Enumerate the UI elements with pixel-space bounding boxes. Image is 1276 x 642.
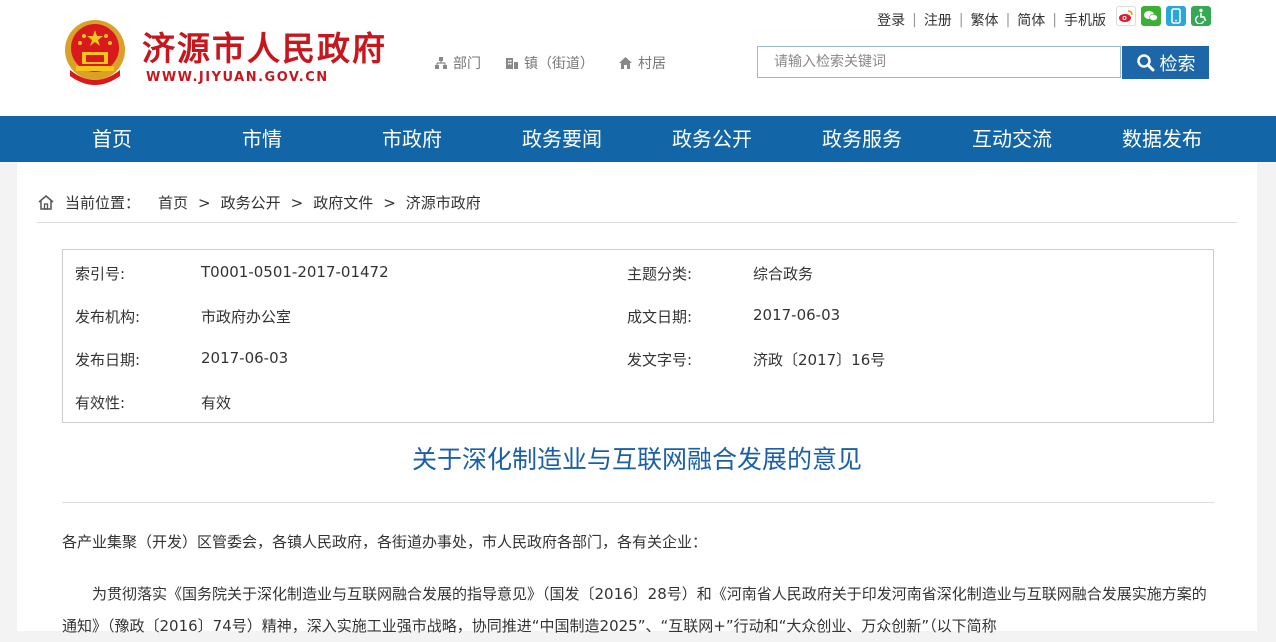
nav-data-release[interactable]: 数据发布 — [1087, 116, 1237, 162]
accessibility-icon[interactable] — [1191, 6, 1211, 26]
main-navigation: 首页 市情 市政府 政务要闻 政务公开 政务服务 互动交流 数据发布 — [0, 116, 1276, 162]
topic-value: 综合政务 — [753, 265, 814, 283]
validity-value: 有效 — [201, 394, 232, 412]
topic-label: 主题分类: — [627, 265, 693, 283]
breadcrumb: 当前位置： 首页 > 政务公开 > 政府文件 > 济源市政府 — [37, 192, 481, 213]
nav-government-affairs-disclosure[interactable]: 政务公开 — [637, 116, 787, 162]
breadcrumb-separator: > — [290, 193, 304, 212]
document-number-value: 济政〔2017〕16号 — [753, 351, 886, 369]
register-link[interactable]: 注册 — [924, 10, 952, 30]
breadcrumb-separator: > — [383, 193, 396, 212]
content-panel: 当前位置： 首页 > 政务公开 > 政府文件 > 济源市政府 索引号: T000… — [17, 162, 1257, 635]
nav-home[interactable]: 首页 — [37, 116, 187, 162]
breadcrumb-separator: > — [198, 193, 211, 212]
site-name[interactable]: 济源市人民政府 — [142, 22, 387, 70]
search-input[interactable] — [758, 47, 1120, 77]
search-button[interactable]: 检索 — [1122, 46, 1209, 79]
search-box — [757, 46, 1121, 78]
nav-city-info[interactable]: 市情 — [187, 116, 337, 162]
top-links: 登录 | 注册 | 繁体 | 简体 | 手机版 — [877, 10, 1106, 30]
national-emblem-logo[interactable] — [62, 18, 128, 88]
breadcrumb-label: 当前位置： — [65, 194, 141, 212]
weibo-icon[interactable] — [1116, 6, 1136, 26]
traditional-chinese-link[interactable]: 繁体 — [971, 10, 999, 30]
search-button-label: 检索 — [1159, 53, 1196, 75]
publisher-value: 市政府办公室 — [201, 308, 292, 326]
publish-date-label: 发布日期: — [75, 351, 141, 369]
written-date-value: 2017-06-03 — [753, 306, 841, 324]
home-icon — [619, 57, 632, 69]
nav-interaction[interactable]: 互动交流 — [937, 116, 1087, 162]
nav-government-news[interactable]: 政务要闻 — [487, 116, 637, 162]
divider — [37, 222, 1237, 223]
breadcrumb-jiyuan-government[interactable]: 济源市政府 — [406, 192, 481, 213]
index-number-value: T0001-0501-2017-01472 — [201, 263, 389, 281]
breadcrumb-home[interactable]: 首页 — [158, 192, 188, 213]
breadcrumb-disclosure[interactable]: 政务公开 — [221, 192, 281, 213]
document-number-label: 发文字号: — [627, 351, 693, 369]
breadcrumb-government-documents[interactable]: 政府文件 — [313, 192, 373, 213]
home-icon — [38, 195, 54, 210]
wechat-icon[interactable] — [1141, 6, 1161, 26]
index-number-label: 索引号: — [75, 265, 126, 283]
header: 济源市人民政府 WWW.JIYUAN.GOV.CN 部门 镇（街道） 村居 登录… — [0, 0, 1276, 116]
sublink-label: 村居 — [638, 56, 666, 72]
written-date-label: 成文日期: — [627, 308, 693, 326]
sublink-label: 镇（街道） — [524, 56, 594, 72]
search-icon — [1136, 53, 1154, 71]
article-paragraph: 为贯彻落实《国务院关于深化制造业与互联网融合发展的指导意见》（国发〔2016〕2… — [62, 585, 1207, 635]
building-icon — [506, 58, 518, 69]
sublink-villages[interactable]: 村居 — [618, 53, 666, 73]
sub-navigation: 部门 镇（街道） 村居 — [434, 53, 666, 73]
publish-date-value: 2017-06-03 — [201, 349, 289, 367]
simplified-chinese-link[interactable]: 简体 — [1017, 10, 1045, 30]
social-icons — [1116, 6, 1211, 26]
login-link[interactable]: 登录 — [877, 10, 905, 30]
divider — [62, 502, 1214, 503]
org-chart-icon — [435, 57, 447, 69]
site-url[interactable]: WWW.JIYUAN.GOV.CN — [146, 70, 329, 85]
publisher-label: 发布机构: — [75, 308, 141, 326]
sublink-towns[interactable]: 镇（街道） — [505, 53, 594, 73]
article-title: 关于深化制造业与互联网融合发展的意见 — [411, 445, 862, 474]
nav-city-government[interactable]: 市政府 — [337, 116, 487, 162]
sublink-departments[interactable]: 部门 — [434, 53, 481, 73]
article-salutation: 各产业集聚（开发）区管委会，各镇人民政府，各街道办事处，市人民政府各部门，各有关… — [62, 533, 708, 551]
nav-government-services[interactable]: 政务服务 — [787, 116, 937, 162]
sublink-label: 部门 — [453, 56, 481, 72]
mobile-version-link[interactable]: 手机版 — [1064, 10, 1106, 30]
validity-label: 有效性: — [75, 394, 126, 412]
document-metadata-box: 索引号: T0001-0501-2017-01472 主题分类: 综合政务 发布… — [62, 249, 1214, 423]
mobile-icon[interactable] — [1166, 6, 1186, 26]
